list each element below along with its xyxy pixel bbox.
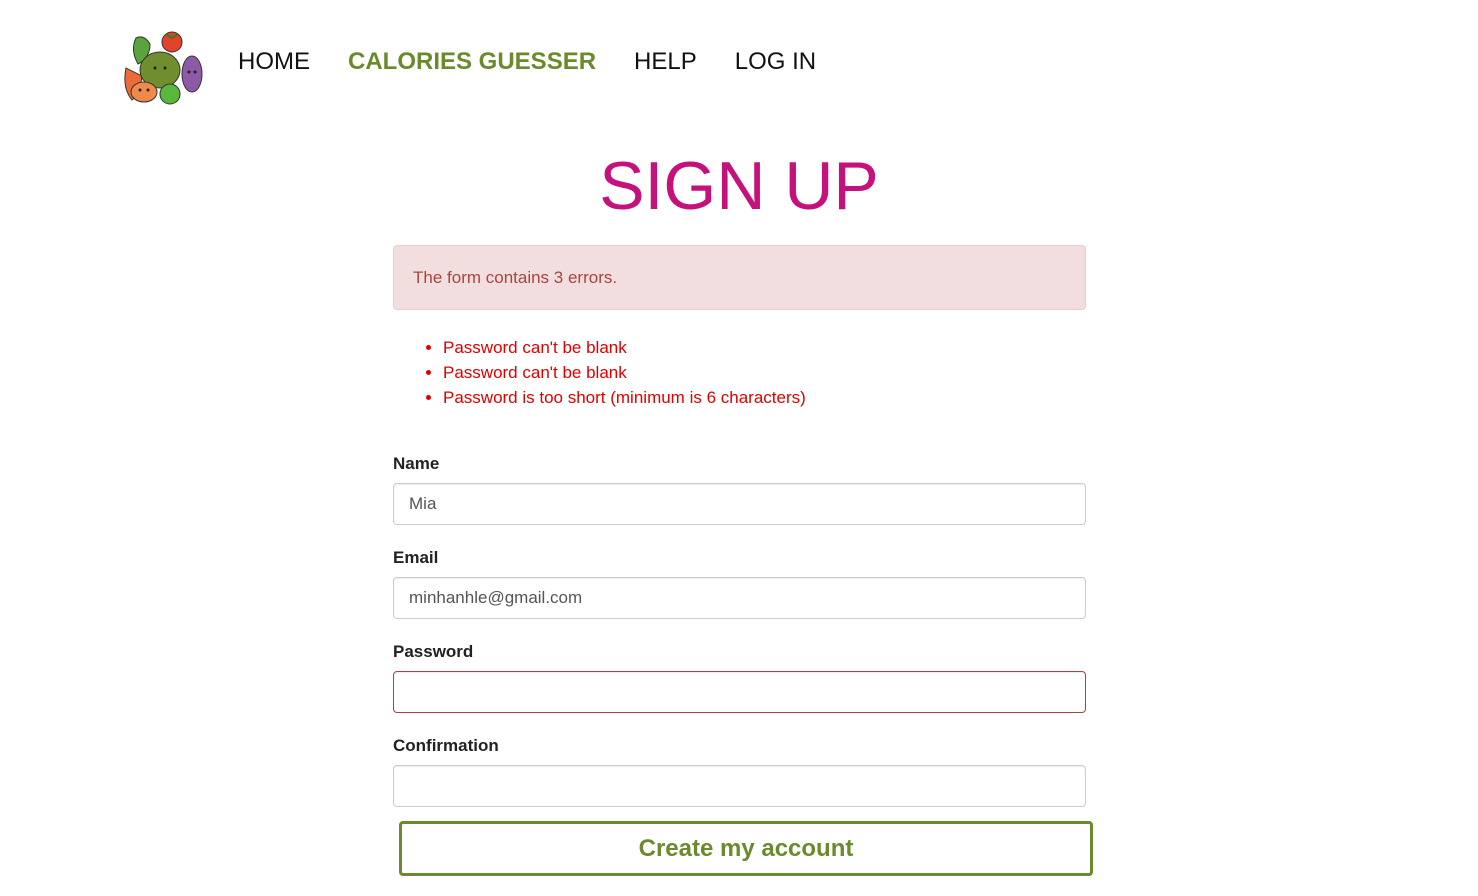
confirmation-label: Confirmation <box>393 736 499 755</box>
error-item: Password is too short (minimum is 6 char… <box>443 385 1086 410</box>
main-nav: HOME CALORIES GUESSER HELP LOG IN <box>238 46 854 78</box>
nav-help[interactable]: HELP <box>634 46 697 78</box>
password-label: Password <box>393 642 474 661</box>
email-label: Email <box>393 548 439 567</box>
name-field-group: Name <box>393 453 1086 525</box>
email-field-group: Email <box>393 547 1086 619</box>
nav-home[interactable]: HOME <box>238 46 310 78</box>
error-item: Password can't be blank <box>443 360 1086 385</box>
error-list: Password can't be blank Password can't b… <box>393 335 1086 410</box>
vegetables-logo[interactable] <box>120 28 204 108</box>
page-title: SIGN UP <box>599 148 879 224</box>
password-input[interactable] <box>393 671 1086 713</box>
error-alert: The form contains 3 errors. <box>393 245 1086 310</box>
create-account-button[interactable]: Create my account <box>399 821 1093 876</box>
name-input[interactable] <box>393 483 1086 525</box>
nav-calories-guesser[interactable]: CALORIES GUESSER <box>348 46 596 78</box>
nav-log-in[interactable]: LOG IN <box>735 46 816 78</box>
error-item: Password can't be blank <box>443 335 1086 360</box>
site-header: HOME CALORIES GUESSER HELP LOG IN <box>0 0 1478 120</box>
confirmation-input[interactable] <box>393 765 1086 807</box>
confirmation-field-group: Confirmation <box>393 735 1086 807</box>
name-label: Name <box>393 454 440 473</box>
password-field-group: Password <box>393 641 1086 713</box>
email-input[interactable] <box>393 577 1086 619</box>
signup-form: The form contains 3 errors. Password can… <box>393 245 1086 807</box>
